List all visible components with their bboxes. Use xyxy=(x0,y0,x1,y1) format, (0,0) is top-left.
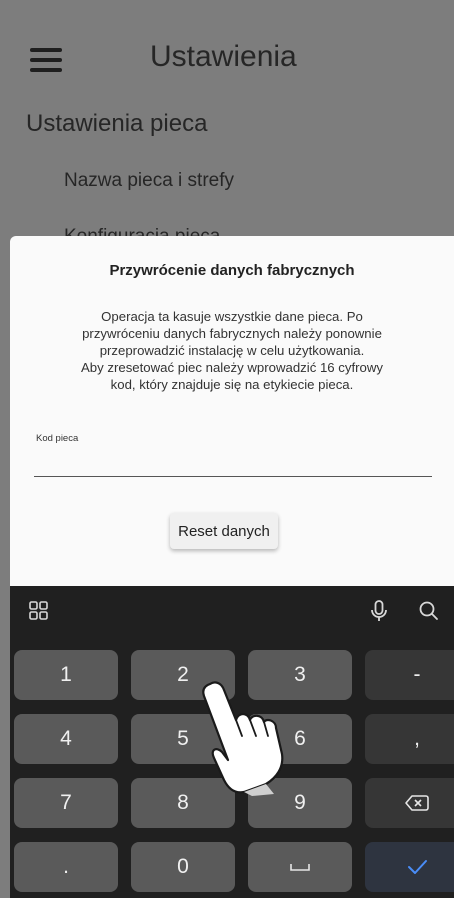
keyboard-toolbar xyxy=(10,586,454,636)
key-0[interactable]: 0 xyxy=(131,842,235,892)
page-title: Ustawienia xyxy=(150,40,297,73)
section-title: Ustawienia pieca xyxy=(26,110,208,137)
grid-icon[interactable] xyxy=(26,598,52,624)
key-7[interactable]: 7 xyxy=(14,778,118,828)
factory-reset-dialog: Przywrócenie danych fabrycznych Operacja… xyxy=(10,236,454,586)
reset-button[interactable]: Reset danych xyxy=(170,513,278,549)
app-bar: Ustawienia xyxy=(0,0,454,110)
backspace-key[interactable] xyxy=(365,778,454,828)
code-field-label: Kod pieca xyxy=(36,433,79,444)
enter-key[interactable] xyxy=(365,842,454,892)
key-1[interactable]: 1 xyxy=(14,650,118,700)
dialog-message: Operacja ta kasuje wszystkie dane pieca.… xyxy=(81,309,383,392)
key-minus[interactable]: - xyxy=(365,650,454,700)
dialog-title: Przywrócenie danych fabrycznych xyxy=(109,262,355,279)
menu-icon[interactable] xyxy=(30,48,62,72)
key-4[interactable]: 4 xyxy=(14,714,118,764)
space-key[interactable] xyxy=(248,842,352,892)
backspace-icon xyxy=(405,795,429,811)
code-input[interactable] xyxy=(34,446,432,477)
screen: Ustawienia Ustawienia pieca Nazwa pieca … xyxy=(0,0,454,898)
hand-pointer-icon xyxy=(202,681,284,796)
check-icon xyxy=(408,860,427,874)
mic-icon[interactable] xyxy=(366,598,392,624)
space-icon xyxy=(290,864,310,871)
key-period[interactable]: . xyxy=(14,842,118,892)
menu-item-nazwa-pieca[interactable]: Nazwa pieca i strefy xyxy=(64,170,234,192)
key-comma[interactable]: , xyxy=(365,714,454,764)
search-icon[interactable] xyxy=(416,598,442,624)
